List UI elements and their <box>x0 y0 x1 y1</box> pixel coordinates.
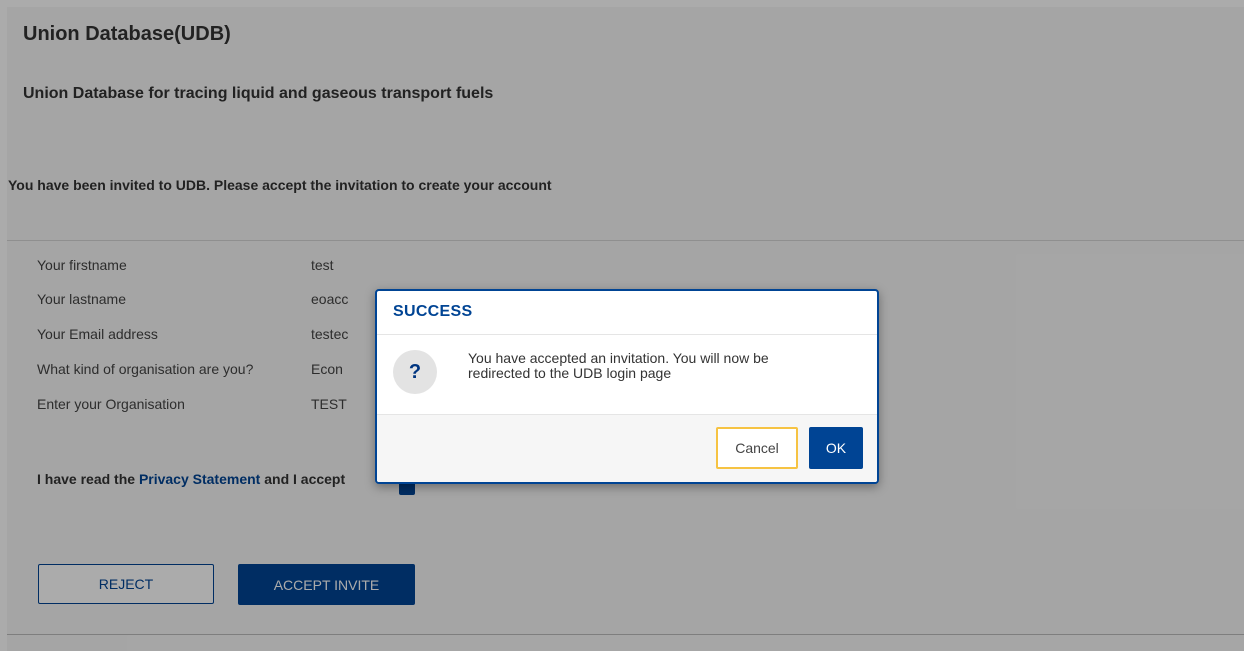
dialog-title: SUCCESS <box>393 303 473 320</box>
dialog-message: You have accepted an invitation. You wil… <box>468 350 769 381</box>
ok-button[interactable]: OK <box>809 427 863 469</box>
success-dialog: SUCCESS ? You have accepted an invitatio… <box>375 289 879 484</box>
dialog-footer: Cancel OK <box>377 414 877 482</box>
question-icon: ? <box>393 350 437 394</box>
cancel-button[interactable]: Cancel <box>716 427 798 469</box>
divider <box>377 334 877 335</box>
